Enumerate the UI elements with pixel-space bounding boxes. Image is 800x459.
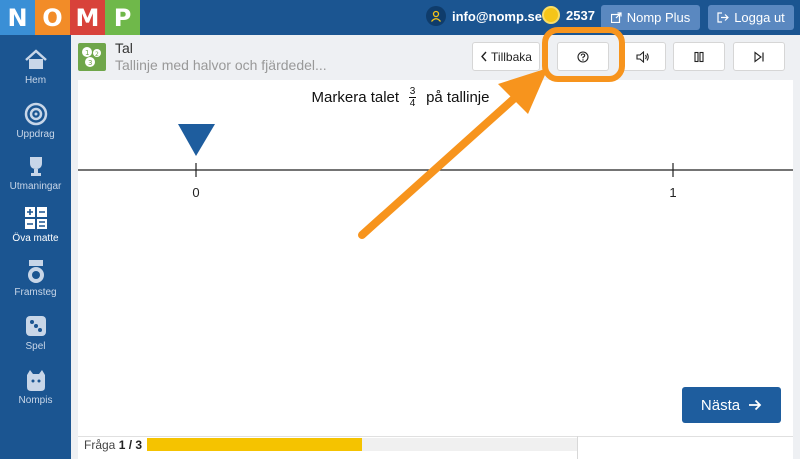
coin-icon (542, 6, 560, 24)
sidebar-item-framsteg[interactable]: Framsteg (0, 259, 71, 313)
arrow-right-icon (749, 399, 762, 411)
svg-text:1: 1 (85, 49, 89, 57)
exercise-area: Markera talet 3 4 på tallinje 0 1 Nästa (78, 80, 793, 436)
svg-text:3: 3 (88, 59, 92, 67)
logo-letter-p: P (105, 0, 140, 35)
medal-icon (27, 260, 44, 283)
topic-icon: 123 (78, 43, 106, 71)
position-marker[interactable] (178, 124, 215, 156)
sidebar-item-label: Uppdrag (16, 129, 55, 140)
trophy-icon (29, 157, 42, 176)
sidebar-item-nompis[interactable]: Nompis (0, 367, 71, 421)
next-label: Nästa (700, 396, 741, 414)
pause-button[interactable] (673, 42, 725, 71)
logo-letter-m: M (70, 0, 105, 35)
footer-divider (577, 436, 578, 459)
nomp-logo[interactable]: N O M P (0, 0, 140, 35)
top-bar: N O M P info@nomp.se 2537 Nomp Plus Logg… (0, 0, 800, 35)
tick-label-one: 1 (669, 185, 676, 200)
topic-subtitle: Tallinje med halvor och fjärdedel... (115, 57, 327, 73)
calculator-icon (24, 207, 47, 229)
user-icon (426, 6, 446, 26)
external-link-icon (610, 12, 622, 23)
target-icon (24, 102, 47, 126)
nomp-plus-label: Nomp Plus (626, 10, 691, 25)
question-circle-icon (577, 50, 589, 63)
sidebar-item-label: Framsteg (14, 287, 57, 298)
dice-icon (25, 316, 46, 336)
sidebar-item-uppdrag[interactable]: Uppdrag (0, 101, 71, 155)
question-total: 3 (135, 438, 143, 452)
exercise-header: 123 Tal Tallinje med halvor och fjärdede… (71, 35, 800, 80)
progress-bar (147, 438, 577, 451)
logo-letter-n: N (0, 0, 35, 35)
logo-letter-o: O (35, 0, 70, 35)
logout-label: Logga ut (734, 10, 785, 25)
creature-icon (26, 370, 45, 391)
sidebar-item-spel[interactable]: Spel (0, 313, 71, 367)
sidebar-item-hem[interactable]: Hem (0, 47, 71, 101)
sidebar-item-label: Spel (25, 341, 46, 352)
sidebar-item-label: Öva matte (12, 233, 59, 244)
sidebar: Hem Uppdrag Utmaningar Öva matte Framste… (0, 35, 71, 459)
user-email: info@nomp.se (452, 8, 542, 24)
coin-count: 2537 (566, 7, 595, 23)
speaker-icon (636, 50, 649, 63)
back-label: Tillbaka (491, 49, 532, 64)
logout-button[interactable]: Logga ut (708, 5, 794, 30)
sidebar-item-label: Utmaningar (9, 181, 62, 192)
topic-title: Tal (115, 40, 133, 56)
sidebar-item-label: Nompis (18, 395, 53, 406)
number-line[interactable]: 0 1 (78, 80, 793, 220)
question-word: Fråga (84, 438, 116, 452)
home-icon (24, 49, 47, 69)
progress-footer: Fråga 1 / 3 (78, 436, 793, 459)
tick-label-zero: 0 (192, 185, 199, 200)
logout-icon (717, 12, 730, 23)
progress-fill (147, 438, 362, 451)
skip-button[interactable] (733, 42, 785, 71)
sound-button[interactable] (620, 42, 666, 71)
skip-forward-icon (754, 50, 764, 63)
svg-text:2: 2 (95, 51, 99, 58)
next-button[interactable]: Nästa (682, 387, 781, 423)
back-button[interactable]: Tillbaka (472, 42, 540, 71)
question-counter: Fråga 1 / 3 (84, 438, 143, 452)
sidebar-item-ova-matte[interactable]: Öva matte (0, 205, 71, 259)
coin-balance: 2537 (542, 6, 595, 24)
user-account[interactable]: info@nomp.se (426, 6, 542, 26)
chevron-left-icon (481, 51, 487, 62)
help-button[interactable] (557, 42, 609, 71)
pause-icon (694, 51, 704, 62)
nomp-plus-button[interactable]: Nomp Plus (601, 5, 700, 30)
sidebar-item-utmaningar[interactable]: Utmaningar (0, 153, 71, 207)
sidebar-item-label: Hem (24, 75, 47, 86)
